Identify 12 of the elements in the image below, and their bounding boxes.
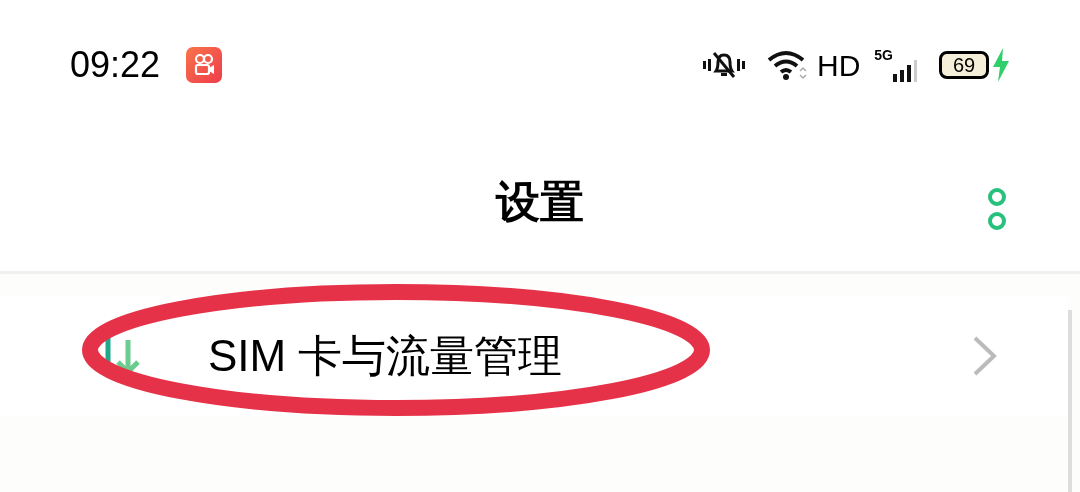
network-label: HD xyxy=(816,47,861,84)
mute-bell-icon xyxy=(700,49,747,81)
signal-icon xyxy=(893,60,917,82)
chevron-right-icon xyxy=(972,335,998,377)
item-label: SIM 卡与流量管理 xyxy=(208,330,563,382)
wifi-icon xyxy=(766,49,807,81)
battery-level: 69 xyxy=(952,55,976,75)
page-title: 设置 xyxy=(496,175,584,228)
more-icon[interactable] xyxy=(986,187,1008,233)
signal-label: 5G xyxy=(874,48,893,62)
app-icon xyxy=(186,47,223,83)
status-time: 09:22 xyxy=(70,43,161,87)
